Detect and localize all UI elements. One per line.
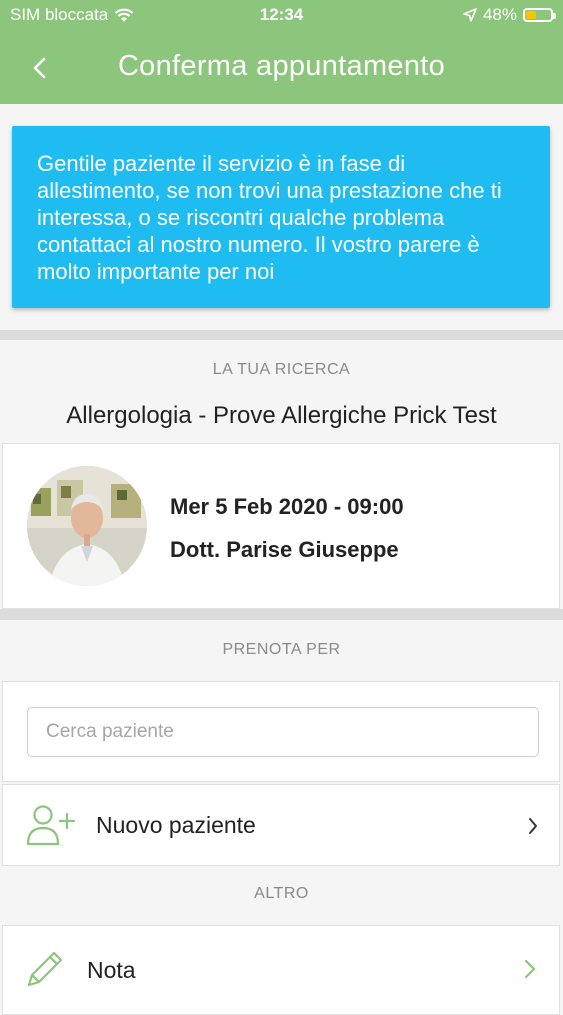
section-divider [0, 609, 563, 620]
appointment-card[interactable]: Mer 5 Feb 2020 - 09:00 Dott. Parise Gius… [2, 443, 560, 609]
pencil-icon [27, 951, 63, 987]
chevron-right-icon [529, 818, 537, 834]
page-title: Conferma appuntamento [117, 50, 446, 82]
add-user-icon [26, 805, 76, 846]
section-divider [0, 330, 563, 340]
search-section-label: LA TUA RICERCA [212, 361, 351, 378]
battery-icon [523, 8, 556, 22]
note-row[interactable]: Nota [2, 925, 560, 1015]
chevron-right-icon [524, 959, 536, 979]
patient-search-card [2, 681, 560, 782]
doctor-name: Dott. Parise Giuseppe [170, 537, 399, 562]
avatar [27, 466, 147, 586]
other-section-label: ALTRO [254, 885, 309, 902]
patient-search-input[interactable] [27, 707, 539, 757]
new-patient-row[interactable]: Nuovo paziente [2, 784, 560, 866]
status-right: 48% [463, 5, 556, 25]
info-banner: Gentile paziente il servizio è in fase d… [12, 126, 550, 308]
nav-bar: Conferma appuntamento [0, 32, 563, 104]
appointment-datetime: Mer 5 Feb 2020 - 09:00 [170, 494, 404, 519]
book-for-section-label: PRENOTA PER [222, 641, 341, 658]
status-bar: SIM bloccata 12:34 48% [0, 0, 563, 32]
note-label: Nota [87, 957, 136, 983]
location-arrow-icon [463, 8, 477, 22]
new-patient-label: Nuovo paziente [96, 812, 256, 838]
battery-percent: 48% [482, 5, 517, 24]
search-query-title: Allergologia - Prove Allergiche Prick Te… [66, 402, 497, 429]
battery-level [526, 11, 537, 19]
